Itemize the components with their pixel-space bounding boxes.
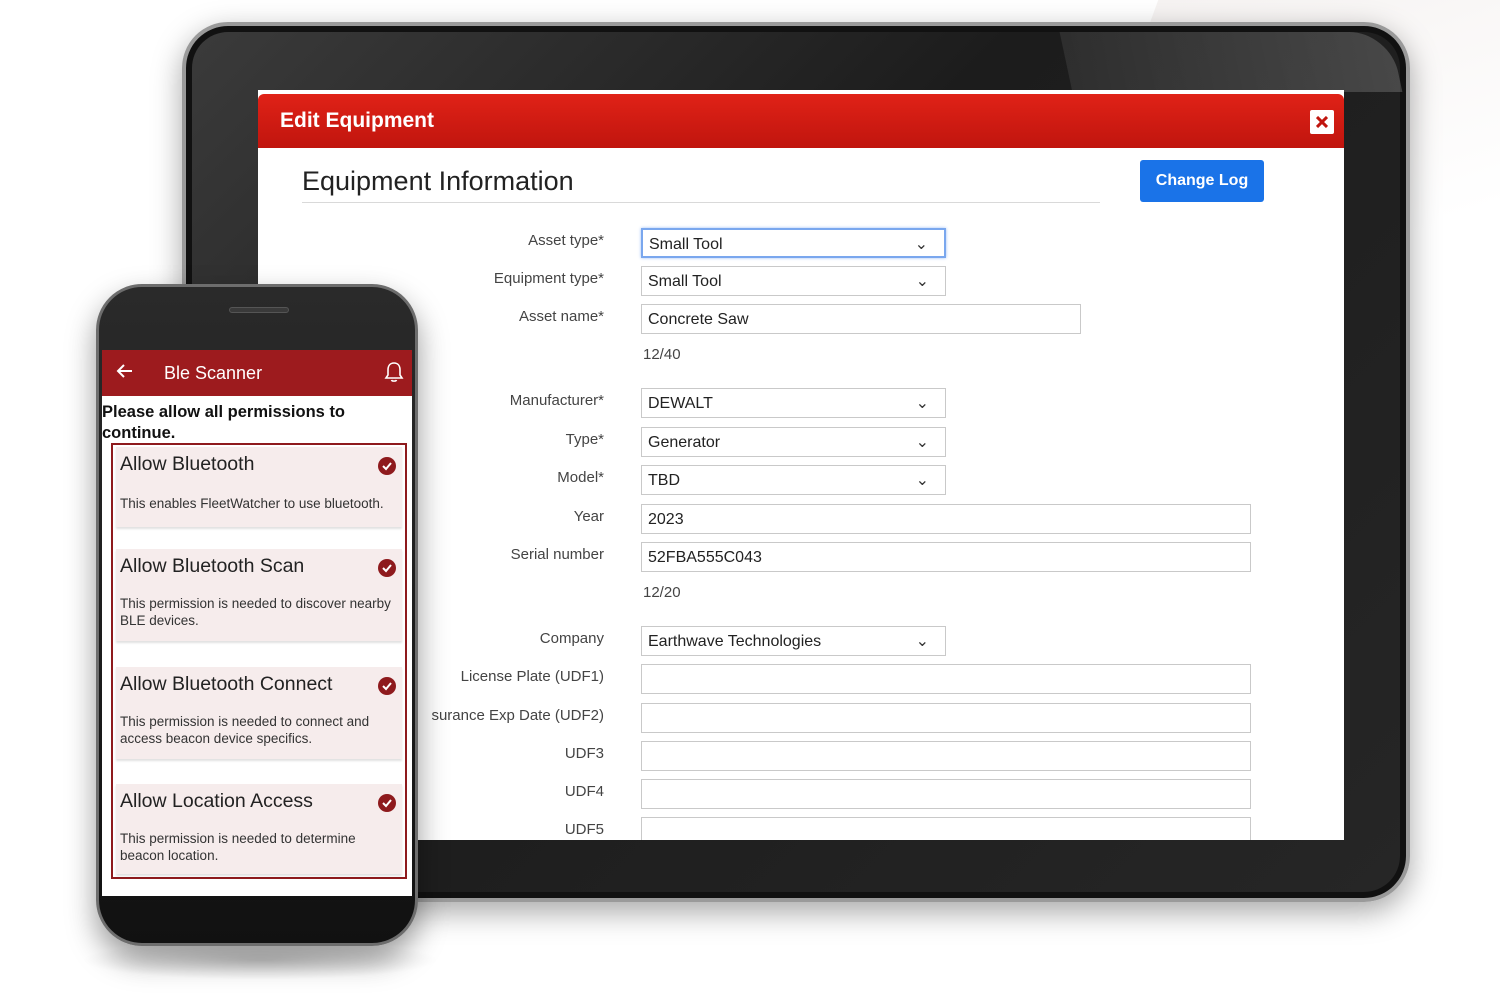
row-udf5: UDF5 — [258, 817, 1344, 840]
tablet-screen: Edit Equipment Equipment Information Cha… — [258, 90, 1344, 840]
serial-number-input[interactable]: 52FBA555C043 — [641, 542, 1251, 572]
dialog-header: Edit Equipment — [258, 94, 1344, 148]
udf4-input[interactable] — [641, 779, 1251, 809]
change-log-button[interactable]: Change Log — [1140, 160, 1264, 202]
udf3-input[interactable] — [641, 741, 1251, 771]
row-manufacturer: Manufacturer* DEWALT ⌄ — [258, 388, 1344, 418]
row-udf4: UDF4 — [258, 779, 1344, 809]
udf4-label: UDF4 — [564, 783, 604, 800]
close-button[interactable] — [1310, 110, 1334, 134]
equipment-type-label: Equipment type* — [493, 270, 604, 287]
permission-desc: This permission is needed to discover ne… — [120, 596, 391, 628]
bell-icon[interactable] — [384, 361, 404, 383]
row-model: Model* TBD ⌄ — [258, 465, 1344, 495]
permission-title: Allow Bluetooth — [120, 453, 255, 475]
equipment-type-value: Small Tool — [648, 273, 722, 290]
udf3-label: UDF3 — [564, 745, 604, 762]
row-type: Type* Generator ⌄ — [258, 427, 1344, 457]
check-circle-icon — [378, 559, 396, 577]
close-x-icon — [1316, 116, 1328, 128]
permission-desc: This enables FleetWatcher to use bluetoo… — [120, 496, 384, 511]
row-asset-name: Asset name* Concrete Saw — [258, 304, 1344, 334]
chevron-down-icon: ⌄ — [915, 633, 929, 650]
asset-name-value: Concrete Saw — [648, 311, 749, 328]
udf5-label: UDF5 — [564, 821, 604, 838]
serial-number-counter: 12/20 — [643, 584, 681, 601]
permission-title: Allow Bluetooth Connect — [120, 673, 333, 695]
row-serial-number: Serial number 52FBA555C043 — [258, 542, 1344, 572]
phone-screen: Ble Scanner Please allow all permissions… — [102, 350, 412, 896]
row-udf3: UDF3 — [258, 741, 1344, 771]
asset-name-label: Asset name* — [518, 308, 604, 325]
udf2-input[interactable] — [641, 703, 1251, 733]
permission-desc: This permission is needed to connect and… — [120, 714, 370, 746]
phone-speaker — [229, 307, 289, 313]
manufacturer-select[interactable]: DEWALT ⌄ — [641, 388, 946, 418]
permission-card-bluetooth-connect[interactable]: Allow Bluetooth Connect This permission … — [116, 667, 402, 759]
type-select[interactable]: Generator ⌄ — [641, 427, 946, 457]
permissions-intro: Please allow all permissions to continue… — [102, 403, 346, 442]
serial-number-value: 52FBA555C043 — [648, 549, 762, 566]
company-select[interactable]: Earthwave Technologies ⌄ — [641, 626, 946, 656]
back-arrow-icon[interactable] — [116, 360, 134, 386]
type-label: Type* — [565, 431, 604, 448]
check-circle-icon — [378, 677, 396, 695]
chevron-down-icon: ⌄ — [915, 472, 929, 489]
chevron-down-icon: ⌄ — [915, 273, 929, 290]
udf2-label: surance Exp Date (UDF2) — [431, 707, 604, 724]
year-input[interactable]: 2023 — [641, 504, 1251, 534]
manufacturer-label: Manufacturer* — [509, 392, 604, 409]
dialog-title: Edit Equipment — [280, 109, 434, 132]
section-divider — [302, 202, 1100, 203]
permission-desc: This permission is needed to determine b… — [120, 831, 356, 863]
company-label: Company — [539, 630, 604, 647]
model-select[interactable]: TBD ⌄ — [641, 465, 946, 495]
type-value: Generator — [648, 434, 721, 451]
app-bar: Ble Scanner — [102, 350, 412, 396]
model-label: Model* — [557, 469, 604, 486]
company-value: Earthwave Technologies — [648, 633, 822, 650]
permission-title: Allow Bluetooth Scan — [120, 555, 305, 577]
row-company: Company Earthwave Technologies ⌄ — [258, 626, 1344, 656]
year-value: 2023 — [648, 511, 684, 528]
udf1-label: License Plate (UDF1) — [460, 668, 604, 685]
check-circle-icon — [378, 457, 396, 475]
row-asset-type: Asset type* Small Tool ⌄ — [258, 228, 1344, 258]
asset-type-label: Asset type* — [528, 232, 604, 249]
permission-card-location[interactable]: Allow Location Access This permission is… — [116, 784, 402, 874]
check-circle-icon — [378, 794, 396, 812]
row-year: Year 2023 — [258, 504, 1344, 534]
app-title: Ble Scanner — [164, 363, 263, 383]
tablet-glare — [1059, 32, 1403, 92]
equipment-type-select[interactable]: Small Tool ⌄ — [641, 266, 946, 296]
model-value: TBD — [648, 472, 680, 489]
year-label: Year — [573, 508, 604, 525]
udf5-input[interactable] — [641, 817, 1251, 840]
permissions-list: Allow Bluetooth This enables FleetWatche… — [111, 443, 407, 879]
asset-type-select[interactable]: Small Tool ⌄ — [641, 228, 946, 258]
phone-shadow — [80, 940, 440, 980]
permission-card-bluetooth-scan[interactable]: Allow Bluetooth Scan This permission is … — [116, 549, 402, 641]
udf1-input[interactable] — [641, 664, 1251, 694]
permission-title: Allow Location Access — [120, 790, 313, 812]
asset-name-input[interactable]: Concrete Saw — [641, 304, 1081, 334]
phone-device: Ble Scanner Please allow all permissions… — [96, 284, 418, 946]
serial-number-label: Serial number — [510, 546, 604, 563]
asset-name-counter: 12/40 — [643, 346, 681, 363]
row-equipment-type: Equipment type* Small Tool ⌄ — [258, 266, 1344, 296]
row-udf1: License Plate (UDF1) — [258, 664, 1344, 694]
chevron-down-icon: ⌄ — [914, 236, 928, 253]
permission-card-bluetooth[interactable]: Allow Bluetooth This enables FleetWatche… — [116, 447, 402, 527]
section-title: Equipment Information — [302, 166, 574, 196]
chevron-down-icon: ⌄ — [915, 434, 929, 451]
manufacturer-value: DEWALT — [648, 395, 713, 412]
row-udf2: surance Exp Date (UDF2) — [258, 703, 1344, 733]
chevron-down-icon: ⌄ — [915, 395, 929, 412]
asset-type-value: Small Tool — [649, 236, 723, 253]
